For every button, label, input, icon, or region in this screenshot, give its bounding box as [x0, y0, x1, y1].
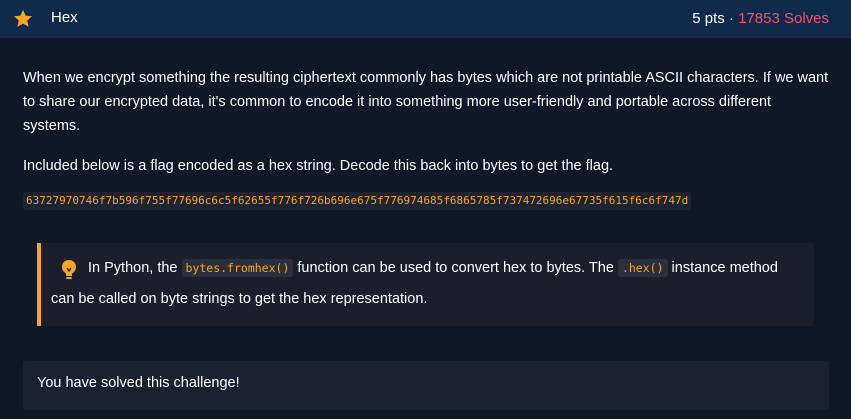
description-paragraph-1: When we encrypt something the resulting … [23, 70, 829, 134]
solves-count[interactable]: 17853 Solves [738, 10, 829, 27]
challenge-title: Hex [51, 9, 78, 26]
hex-string: 63727970746f7b596f755f77696c6c5f62655f77… [23, 192, 692, 210]
solved-status-banner: You have solved this challenge! [23, 361, 829, 410]
code-hex: .hex() [617, 259, 668, 277]
code-bytes-fromhex: bytes.fromhex() [181, 259, 294, 277]
meta-separator: · [724, 10, 739, 27]
points-label: 5 pts [692, 10, 725, 27]
challenge-header[interactable]: Hex 5 pts · 17853 Solves [0, 0, 851, 38]
challenge-description: When we encrypt something the resulting … [23, 66, 829, 212]
solved-message: You have solved this challenge! [37, 375, 240, 391]
lightbulb-icon [62, 260, 76, 279]
hint-text-after: instance method [667, 260, 778, 276]
description-paragraph-2: Included below is a flag encoded as a he… [23, 158, 614, 174]
hint-text-line-1: In Python, the bytes.fromhex() function … [88, 256, 778, 280]
star-icon[interactable] [12, 8, 34, 30]
hint-box: In Python, the bytes.fromhex() function … [37, 243, 814, 326]
hint-text-middle: function can be used to convert hex to b… [293, 260, 618, 276]
hint-text-before: In Python, the [88, 260, 182, 276]
hint-text-line-2: can be called on byte strings to get the… [51, 291, 428, 307]
challenge-meta: 5 pts · 17853 Solves [692, 10, 829, 27]
